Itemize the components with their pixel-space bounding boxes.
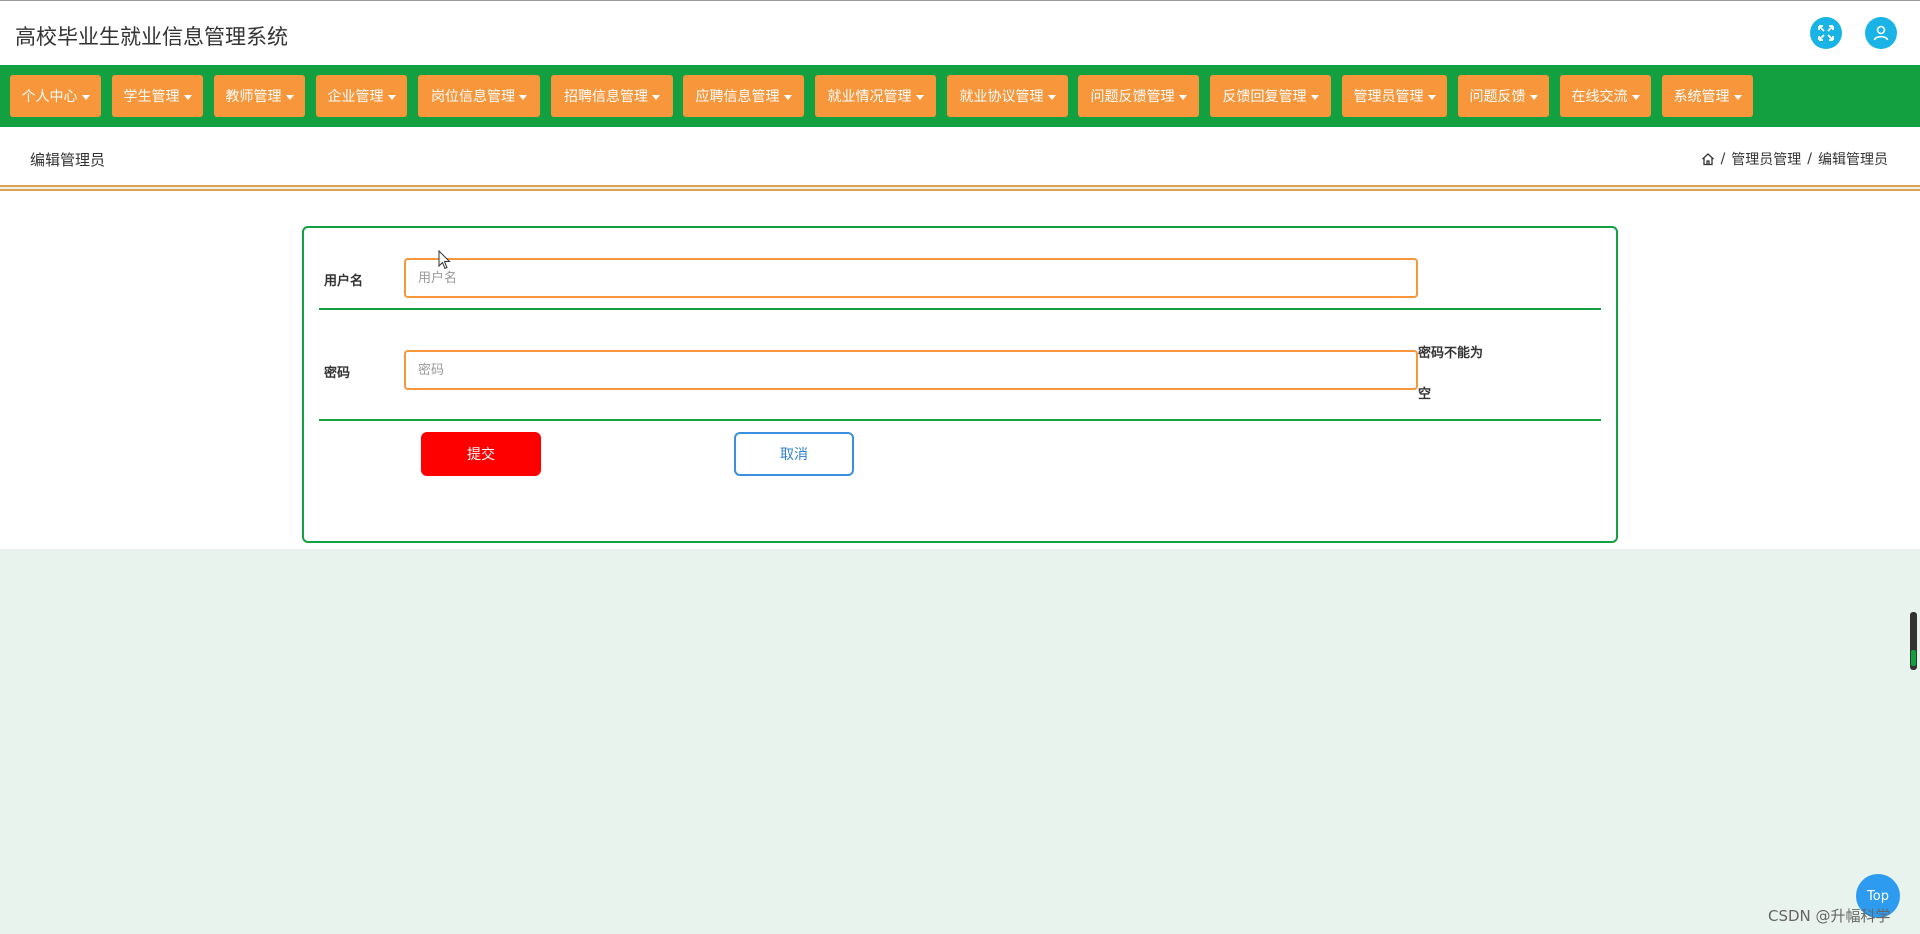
caret-down-icon <box>915 94 924 100</box>
nav-item-label: 管理员管理 <box>1353 89 1424 105</box>
nav-item-personal-center[interactable]: 个人中心 <box>10 75 101 117</box>
app-header: 高校毕业生就业信息管理系统 <box>0 0 1920 65</box>
watermark: CSDN @升幅科学 <box>1768 907 1891 925</box>
home-icon[interactable] <box>1701 152 1715 166</box>
nav-item-feedback[interactable]: 问题反馈 <box>1458 75 1549 117</box>
caret-down-icon <box>652 94 660 100</box>
nav-item-label: 岗位信息管理 <box>431 89 515 105</box>
nav-item-admins[interactable]: 管理员管理 <box>1342 75 1447 117</box>
mouse-cursor-icon <box>438 250 451 270</box>
nav-item-label: 系统管理 <box>1673 89 1730 105</box>
fullscreen-button[interactable] <box>1810 17 1842 49</box>
submit-button[interactable]: 提交 <box>421 432 541 476</box>
divider <box>319 419 1601 421</box>
breadcrumb-separator: / <box>1720 151 1726 167</box>
caret-down-icon <box>183 94 192 100</box>
nav-item-label: 问题反馈管理 <box>1090 89 1175 105</box>
caret-down-icon <box>1733 94 1742 100</box>
password-input[interactable] <box>404 350 1418 390</box>
caret-down-icon <box>285 94 294 100</box>
nav-item-chat[interactable]: 在线交流 <box>1560 75 1651 117</box>
nav-item-label: 问题反馈 <box>1469 89 1526 105</box>
caret-down-icon <box>387 94 396 100</box>
nav-item-system[interactable]: 系统管理 <box>1662 75 1753 117</box>
nav-item-employment[interactable]: 就业情况管理 <box>815 75 936 117</box>
caret-down-icon <box>519 94 527 100</box>
nav-item-label: 学生管理 <box>123 89 180 105</box>
nav-item-teachers[interactable]: 教师管理 <box>214 75 305 117</box>
password-error-message-cont: 空 <box>1418 387 1432 402</box>
caret-down-icon <box>1529 94 1538 100</box>
nav-item-agreements[interactable]: 就业协议管理 <box>947 75 1068 117</box>
nav-item-label: 应聘信息管理 <box>695 89 780 105</box>
nav-item-replies[interactable]: 反馈回复管理 <box>1210 75 1331 117</box>
username-label: 用户名 <box>324 274 364 289</box>
breadcrumb-current: 编辑管理员 <box>1818 152 1888 168</box>
nav-item-label: 教师管理 <box>225 89 282 105</box>
breadcrumb-separator: / <box>1807 151 1812 167</box>
user-icon <box>1873 25 1889 41</box>
nav-item-positions[interactable]: 岗位信息管理 <box>418 75 540 117</box>
app-title: 高校毕业生就业信息管理系统 <box>15 25 288 49</box>
nav-item-label: 招聘信息管理 <box>564 89 648 105</box>
page-title: 编辑管理员 <box>30 151 106 169</box>
nav-item-label: 就业协议管理 <box>959 89 1044 105</box>
nav-item-recruitment[interactable]: 招聘信息管理 <box>551 75 673 117</box>
nav-item-label: 在线交流 <box>1571 89 1628 105</box>
fullscreen-icon <box>1818 25 1834 41</box>
nav-item-label: 就业情况管理 <box>827 89 912 105</box>
password-error-message: 密码不能为 <box>1418 346 1484 361</box>
divider <box>0 185 1920 187</box>
nav-item-students[interactable]: 学生管理 <box>112 75 203 117</box>
caret-down-icon <box>1178 94 1187 100</box>
main-nav: 个人中心 学生管理 教师管理 企业管理 岗位信息管理 招聘信息管理 应聘信息管理… <box>0 65 1920 127</box>
caret-down-icon <box>1427 94 1436 100</box>
caret-down-icon <box>1631 94 1640 100</box>
nav-item-companies[interactable]: 企业管理 <box>316 75 407 117</box>
page-header: 编辑管理员 / 管理员管理 / 编辑管理员 <box>0 127 1920 187</box>
divider <box>319 308 1601 310</box>
caret-down-icon <box>1310 94 1319 100</box>
caret-down-icon <box>81 94 90 100</box>
nav-item-applications[interactable]: 应聘信息管理 <box>683 75 804 117</box>
breadcrumb-admins[interactable]: 管理员管理 <box>1731 149 1801 169</box>
nav-item-label: 反馈回复管理 <box>1222 89 1307 105</box>
cancel-button[interactable]: 取消 <box>734 432 854 476</box>
caret-down-icon <box>1047 94 1056 100</box>
scrollbar-thumb[interactable] <box>1910 612 1917 670</box>
password-label: 密码 <box>324 366 351 381</box>
user-menu-button[interactable] <box>1865 17 1897 49</box>
username-input[interactable] <box>404 258 1418 298</box>
caret-down-icon <box>783 94 792 100</box>
nav-item-label: 企业管理 <box>327 89 384 105</box>
nav-item-label: 个人中心 <box>21 89 78 105</box>
nav-item-feedback-mgmt[interactable]: 问题反馈管理 <box>1078 75 1199 117</box>
breadcrumb: / 管理员管理 / 编辑管理员 <box>1701 149 1888 169</box>
